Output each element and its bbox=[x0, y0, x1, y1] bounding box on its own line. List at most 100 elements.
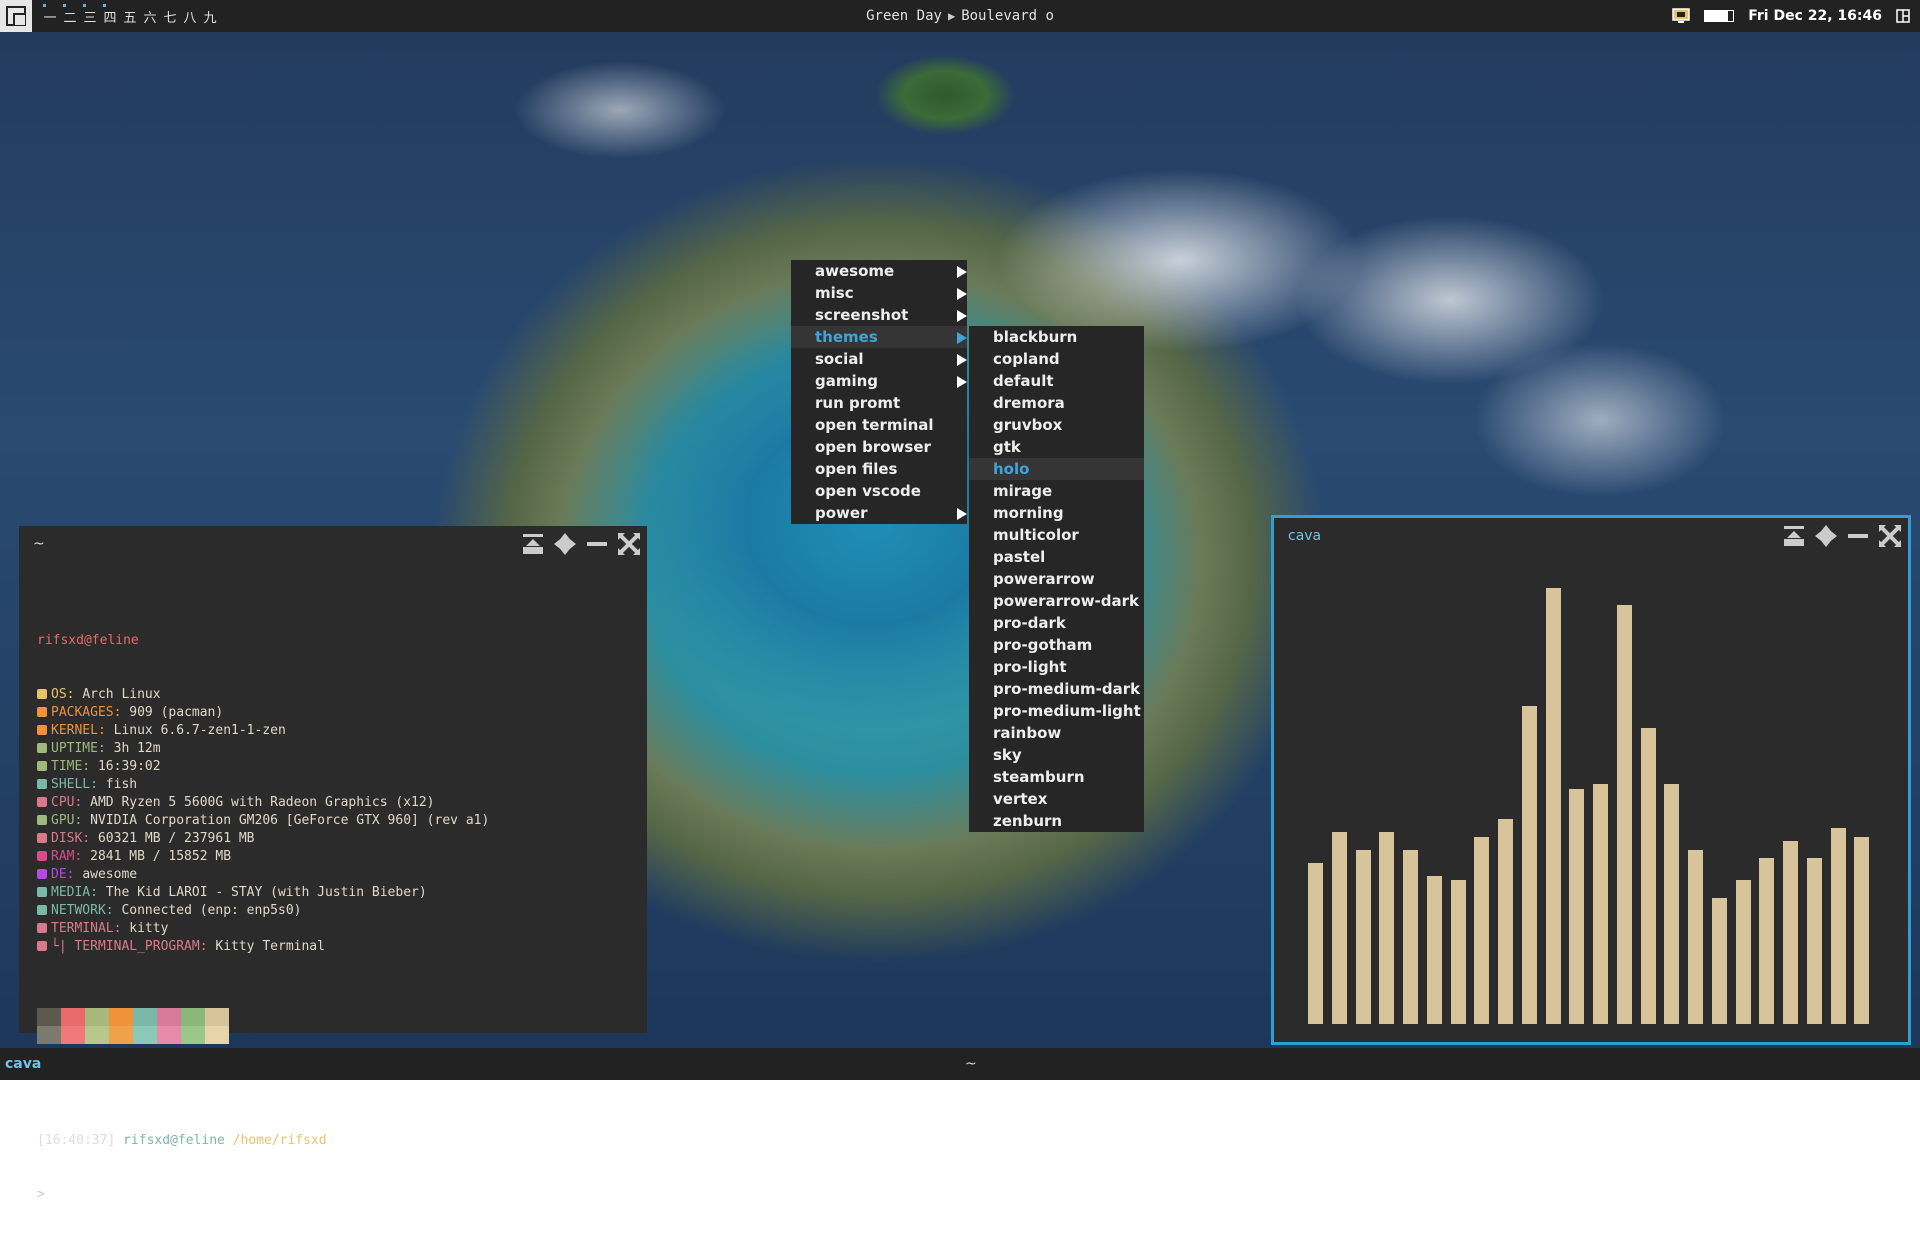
menu-item-label: open terminal bbox=[815, 416, 934, 434]
main-menu: awesome misc screenshot themes social gaming r… bbox=[791, 260, 967, 524]
color-palette bbox=[37, 1008, 489, 1044]
theme-item-pro-light[interactable]: pro-light bbox=[969, 656, 1144, 678]
tag-3[interactable]: 三 bbox=[82, 3, 98, 26]
info-line: UPTIME: 3h 12m bbox=[37, 740, 489, 758]
theme-item-sky[interactable]: sky bbox=[969, 744, 1144, 766]
menu-item-gaming[interactable]: gaming bbox=[791, 370, 967, 392]
menu-item-open-browser[interactable]: open browser bbox=[791, 436, 967, 458]
media-icon bbox=[37, 887, 47, 897]
theme-item-gruvbox[interactable]: gruvbox bbox=[969, 414, 1144, 436]
menu-item-run-promt[interactable]: run promt bbox=[791, 392, 967, 414]
menu-item-label: gaming bbox=[815, 372, 879, 390]
palette-swatch bbox=[205, 1008, 229, 1044]
info-value: Connected (enp: enp5s0) bbox=[121, 903, 302, 918]
system-info: OS: Arch Linux PACKAGES: 909 (pacman) KERN… bbox=[37, 686, 489, 956]
info-value: fish bbox=[105, 777, 138, 792]
gpu-icon bbox=[37, 815, 47, 825]
tag-5[interactable]: 五 bbox=[122, 7, 138, 26]
display-icon[interactable] bbox=[1672, 8, 1690, 24]
task-terminal[interactable]: ~ bbox=[965, 1048, 977, 1080]
visualizer-bar bbox=[1426, 875, 1442, 1024]
theme-item-copland[interactable]: copland bbox=[969, 348, 1144, 370]
theme-item-pro-dark[interactable]: pro-dark bbox=[969, 612, 1144, 634]
prompt-time: [16:40:37] bbox=[37, 1133, 116, 1148]
battery-icon[interactable] bbox=[1704, 10, 1735, 22]
theme-item-pro-medium-light[interactable]: pro-medium-light bbox=[969, 700, 1144, 722]
theme-item-pastel[interactable]: pastel bbox=[969, 546, 1144, 568]
clock[interactable]: Fri Dec 22, 16:46 bbox=[1748, 8, 1882, 24]
terminal-titlebar[interactable]: ~ bbox=[19, 526, 647, 562]
minimize-button[interactable] bbox=[585, 532, 609, 556]
task-cava[interactable]: cava bbox=[5, 1048, 41, 1080]
menu-item-screenshot[interactable]: screenshot bbox=[791, 304, 967, 326]
menu-item-label: power bbox=[815, 504, 868, 522]
ontop-button[interactable] bbox=[521, 532, 545, 556]
visualizer-bar bbox=[1498, 819, 1513, 1024]
close-button[interactable] bbox=[1878, 524, 1902, 548]
terminal-window[interactable]: ~ rifsxd@feline OS: Arch Linux PACKAGES: … bbox=[19, 526, 647, 1202]
menu-item-label: open vscode bbox=[815, 482, 921, 500]
theme-item-holo[interactable]: holo bbox=[969, 458, 1144, 480]
menu-item-power[interactable]: power bbox=[791, 502, 967, 524]
move-button[interactable] bbox=[1814, 524, 1838, 548]
package-icon bbox=[37, 707, 47, 717]
theme-item-gtk[interactable]: gtk bbox=[969, 436, 1144, 458]
theme-item-pro-medium-dark[interactable]: pro-medium-dark bbox=[969, 678, 1144, 700]
menu-item-open-vscode[interactable]: open vscode bbox=[791, 480, 967, 502]
menu-item-awesome[interactable]: awesome bbox=[791, 260, 967, 282]
info-value: Linux 6.6.7-zen1-1-zen bbox=[113, 723, 286, 738]
cava-window[interactable]: cava bbox=[1271, 515, 1911, 1045]
minimize-button[interactable] bbox=[1846, 524, 1870, 548]
visualizer-bar bbox=[1664, 784, 1680, 1024]
theme-item-mirage[interactable]: mirage bbox=[969, 480, 1144, 502]
tag-9[interactable]: 九 bbox=[202, 7, 218, 26]
layout-icon[interactable] bbox=[1896, 9, 1910, 23]
visualizer-bar bbox=[1640, 727, 1656, 1024]
tag-4[interactable]: 四 bbox=[102, 3, 118, 26]
theme-item-dremora[interactable]: dremora bbox=[969, 392, 1144, 414]
terminal-output[interactable]: rifsxd@feline OS: Arch Linux PACKAGES: 90… bbox=[37, 596, 489, 1240]
theme-item-morning[interactable]: morning bbox=[969, 502, 1144, 524]
theme-item-blackburn[interactable]: blackburn bbox=[969, 326, 1144, 348]
theme-item-vertex[interactable]: vertex bbox=[969, 788, 1144, 810]
info-line: DE: awesome bbox=[37, 866, 489, 884]
menu-item-themes[interactable]: themes bbox=[791, 326, 967, 348]
theme-item-powerarrow[interactable]: powerarrow bbox=[969, 568, 1144, 590]
play-icon: ▶ bbox=[947, 9, 956, 23]
info-value: AMD Ryzen 5 5600G with Radeon Graphics (… bbox=[90, 795, 435, 810]
menu-item-open-files[interactable]: open files bbox=[791, 458, 967, 480]
menu-item-open-terminal[interactable]: open terminal bbox=[791, 414, 967, 436]
menu-item-social[interactable]: social bbox=[791, 348, 967, 370]
theme-item-multicolor[interactable]: multicolor bbox=[969, 524, 1144, 546]
info-label: NETWORK: bbox=[51, 903, 114, 918]
tag-2[interactable]: 二 bbox=[62, 3, 78, 26]
move-button[interactable] bbox=[553, 532, 577, 556]
awesome-logo-icon bbox=[6, 6, 26, 26]
cava-titlebar[interactable]: cava bbox=[1274, 518, 1908, 554]
palette-swatch bbox=[109, 1008, 133, 1044]
theme-item-zenburn[interactable]: zenburn bbox=[969, 810, 1144, 832]
palette-swatch bbox=[85, 1008, 109, 1044]
theme-item-pro-gotham[interactable]: pro-gotham bbox=[969, 634, 1144, 656]
tag-6[interactable]: 六 bbox=[142, 7, 158, 26]
tag-7[interactable]: 七 bbox=[162, 7, 178, 26]
theme-item-steamburn[interactable]: steamburn bbox=[969, 766, 1144, 788]
ontop-button[interactable] bbox=[1782, 524, 1806, 548]
tag-1[interactable]: 一 bbox=[42, 3, 58, 26]
menu-item-misc[interactable]: misc bbox=[791, 282, 967, 304]
close-button[interactable] bbox=[617, 532, 641, 556]
bottom-panel: cava ~ bbox=[0, 1048, 1920, 1080]
clock-icon bbox=[37, 743, 47, 753]
battery-level bbox=[1705, 11, 1728, 21]
submenu-arrow-icon bbox=[957, 376, 967, 388]
visualizer-bar bbox=[1616, 605, 1632, 1024]
theme-item-rainbow[interactable]: rainbow bbox=[969, 722, 1144, 744]
tag-8[interactable]: 八 bbox=[182, 7, 198, 26]
theme-item-powerarrow-dark[interactable]: powerarrow-dark bbox=[969, 590, 1144, 612]
info-line: TIME: 16:39:02 bbox=[37, 758, 489, 776]
theme-item-default[interactable]: default bbox=[969, 370, 1144, 392]
launcher-button[interactable] bbox=[0, 0, 32, 32]
info-value: Kitty Terminal bbox=[215, 939, 325, 954]
visualizer-bar bbox=[1759, 858, 1775, 1024]
visualizer-bar bbox=[1355, 849, 1371, 1024]
